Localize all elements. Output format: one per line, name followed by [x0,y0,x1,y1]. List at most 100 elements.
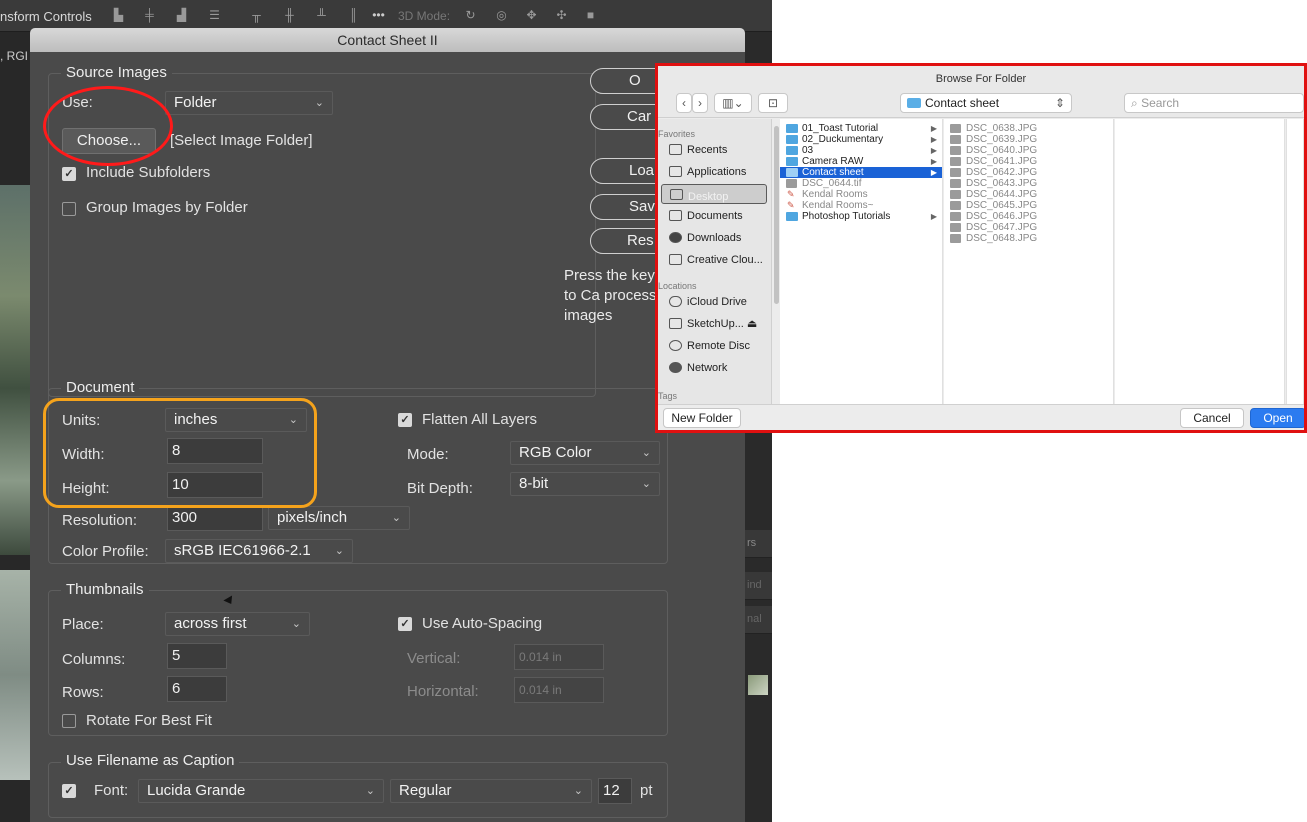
include-subfolders-label: Include Subfolders [86,164,211,181]
list-item[interactable]: DSC_0638.JPG [944,123,1112,134]
include-subfolders-checkbox[interactable]: ✓ [62,167,76,181]
new-folder-button[interactable]: New Folder [663,408,741,428]
image-icon [950,146,961,155]
font-select[interactable]: Lucida Grande ⌄ [138,779,384,803]
contact-sheet-dialog: Contact Sheet II Source Images Use: Fold… [30,28,745,822]
list-item[interactable]: DSC_0642.JPG [944,167,1112,178]
chevron-down-icon: ⌄ [288,414,298,426]
color-profile-select[interactable]: sRGB IEC61966-2.1 ⌄ [165,539,353,563]
rotate-best-fit-checkbox[interactable] [62,714,76,728]
list-item[interactable]: Camera RAW ▶ [780,156,942,167]
list-item[interactable]: DSC_0640.JPG [944,145,1112,156]
list-item[interactable]: DSC_0639.JPG [944,134,1112,145]
auto-spacing-checkbox[interactable]: ✓ [398,617,412,631]
new-folder-icon[interactable]: ⊡ [758,93,788,113]
chevron-down-icon: ⌄ [573,785,583,797]
align-bottom-icon[interactable]: ╨ [315,9,328,22]
roll-icon[interactable]: ◎ [495,9,508,22]
rows-field[interactable]: 6 [167,676,227,702]
use-select[interactable]: Folder ⌄ [165,91,333,115]
list-item[interactable]: DSC_0648.JPG [944,233,1112,244]
place-select[interactable]: across first ⌄ [165,612,310,636]
caption-checkbox[interactable]: ✓ [62,784,76,798]
list-item-selected[interactable]: Contact sheet ▶ [780,167,942,178]
sidebar-item-desktop[interactable]: Desktop [661,184,767,204]
mode-select[interactable]: RGB Color ⌄ [510,441,660,465]
list-item[interactable]: DSC_0645.JPG [944,200,1112,211]
columns-field[interactable]: 5 [167,643,227,669]
list-item[interactable]: DSC_0646.JPG [944,211,1112,222]
back-icon[interactable]: ‹ [676,93,692,113]
sidebar-item-applications[interactable]: Applications [661,162,767,182]
sidebar-scrollbar[interactable] [774,126,779,304]
align-center-icon[interactable]: ╪ [143,9,156,22]
sidebar-item-documents[interactable]: Documents [661,206,767,226]
align-left-icon[interactable]: ▙ [112,9,125,22]
orbit-icon[interactable]: ↻ [464,9,477,22]
open-button[interactable]: Open [1250,408,1304,428]
units-select[interactable]: inches ⌄ [165,408,307,432]
sidebar-item-recents[interactable]: Recents [661,140,767,160]
sidebar-item-downloads[interactable]: Downloads [661,228,767,248]
distribute-vertical-icon[interactable]: ║ [347,9,360,22]
flatten-layers-checkbox[interactable]: ✓ [398,413,412,427]
image-icon [950,223,961,232]
disk-icon [669,318,682,329]
3d-mode-label: 3D Mode: [398,9,451,23]
choose-button[interactable]: Choose... [62,128,156,154]
more-icon[interactable]: ••• [372,9,385,22]
width-field[interactable]: 8 [167,438,263,464]
cancel-button[interactable]: Cancel [1180,408,1244,428]
auto-spacing-label: Use Auto-Spacing [422,615,543,632]
list-item[interactable]: ✎ Kendal Rooms [780,189,942,200]
font-size-field[interactable]: 12 [598,778,632,804]
sidebar-item-sketchup[interactable]: SketchUp... ⏏ [661,314,767,334]
list-item[interactable]: DSC_0643.JPG [944,178,1112,189]
list-item[interactable]: DSC_0641.JPG [944,156,1112,167]
list-item[interactable]: 02_Duckumentary ▶ [780,134,942,145]
align-top-icon[interactable]: ╥ [250,9,263,22]
align-middle-icon[interactable]: ╫ [283,9,296,22]
view-mode-icon[interactable]: ▥⌄ [714,93,752,113]
sidebar-item-network[interactable]: Network [661,358,767,378]
panel-tab[interactable]: rs [745,530,772,558]
folder-icon [669,254,682,265]
list-item[interactable]: DSC_0644.JPG [944,189,1112,200]
font-style-select[interactable]: Regular ⌄ [390,779,592,803]
align-right-icon[interactable]: ▟ [175,9,188,22]
resolution-field[interactable]: 300 [167,505,263,531]
horizontal-field[interactable]: 0.014 in [514,677,604,703]
group-by-folder-checkbox[interactable] [62,202,76,216]
list-item[interactable]: Photoshop Tutorials ▶ [780,211,942,222]
sidebar-item-creative-cloud[interactable]: Creative Clou... [661,250,767,270]
color-profile-label: Color Profile: [62,543,149,560]
folder-icon [786,135,798,144]
list-item[interactable]: 03 ▶ [780,145,942,156]
vertical-field[interactable]: 0.014 in [514,644,604,670]
document-title: Document [61,379,140,396]
list-item[interactable]: 01_Toast Tutorial ▶ [780,123,942,134]
layer-thumbnail[interactable] [748,675,768,695]
panel-blend[interactable]: nal [745,606,772,634]
applications-icon [669,166,682,177]
path-popup[interactable]: Contact sheet ⇕ [900,93,1072,113]
height-label: Height: [62,480,110,497]
bit-depth-select[interactable]: 8-bit ⌄ [510,472,660,496]
forward-icon[interactable]: › [692,93,708,113]
panel-kind[interactable]: ind [745,572,772,600]
list-item[interactable]: ✎ Kendal Rooms~ [780,200,942,211]
height-field[interactable]: 10 [167,472,263,498]
camera-icon[interactable]: ■ [584,9,597,22]
file-icon [786,179,797,188]
list-item[interactable]: DSC_0647.JPG [944,222,1112,233]
document-icon: ✎ [787,189,795,199]
pan-icon[interactable]: ✥ [525,9,538,22]
slide-icon[interactable]: ✣ [555,9,568,22]
bit-depth-label: Bit Depth: [407,480,473,497]
resolution-unit-select[interactable]: pixels/inch ⌄ [268,506,410,530]
sidebar-item-remote-disc[interactable]: Remote Disc [661,336,767,356]
list-item[interactable]: DSC_0644.tif [780,178,942,189]
sidebar-item-icloud[interactable]: iCloud Drive [661,292,767,312]
search-input[interactable]: ⌕ Search [1124,93,1304,113]
distribute-icon[interactable]: ☰ [208,9,221,22]
